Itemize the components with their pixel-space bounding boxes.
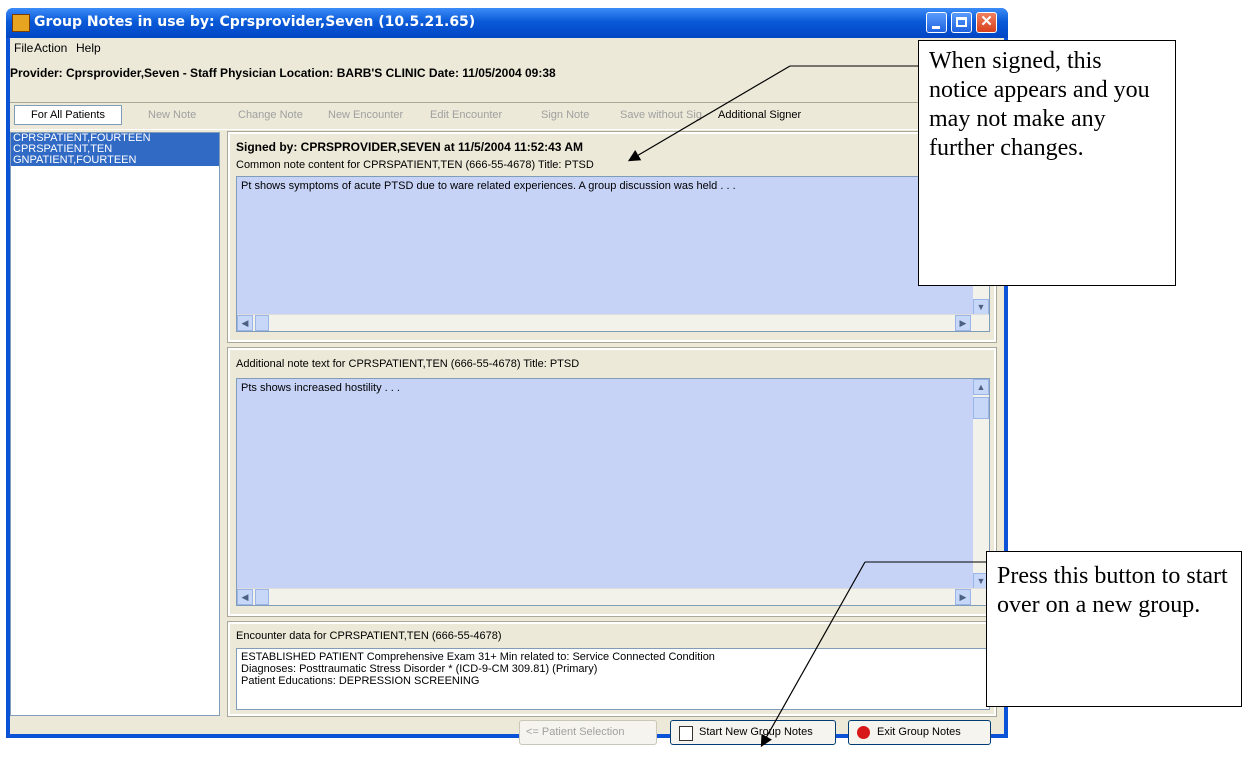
callout-arrows (627, 65, 986, 748)
arrow-line (760, 561, 866, 748)
arrow-line (627, 65, 791, 162)
